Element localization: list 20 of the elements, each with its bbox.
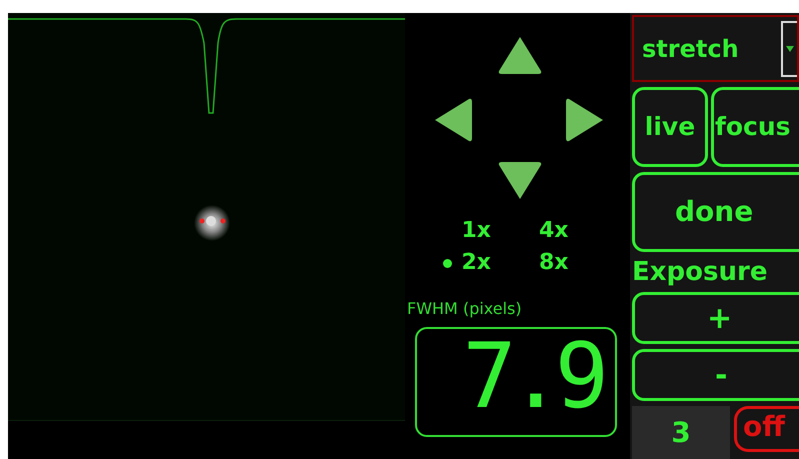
live-button[interactable]: live [632, 87, 708, 167]
left-arrow-icon[interactable] [433, 97, 473, 143]
down-arrow-icon[interactable] [497, 161, 543, 201]
right-arrow-icon[interactable] [565, 97, 605, 143]
exposure-label: Exposure [632, 257, 768, 287]
stretch-select[interactable]: stretch [632, 15, 799, 82]
exposure-toggle[interactable]: off [734, 406, 799, 452]
focus-button[interactable]: focus [711, 87, 799, 167]
fwhm-label: FWHM (pixels) [407, 298, 523, 320]
fwhm-value: 7.9 [462, 329, 601, 425]
zoom-option[interactable]: 8x [539, 247, 568, 279]
up-arrow-icon[interactable] [497, 35, 543, 75]
zoom-option[interactable]: 1x [462, 215, 491, 247]
zoom-option[interactable]: 4x [539, 215, 568, 247]
exposure-value: 3 [632, 406, 730, 459]
exposure-decrease-button[interactable]: - [632, 349, 799, 401]
dropdown-arrow-icon[interactable] [781, 20, 797, 76]
exposure-increase-button[interactable]: + [632, 292, 799, 344]
zoom-option[interactable]: 2x [462, 247, 491, 279]
done-button[interactable]: done [632, 172, 799, 252]
